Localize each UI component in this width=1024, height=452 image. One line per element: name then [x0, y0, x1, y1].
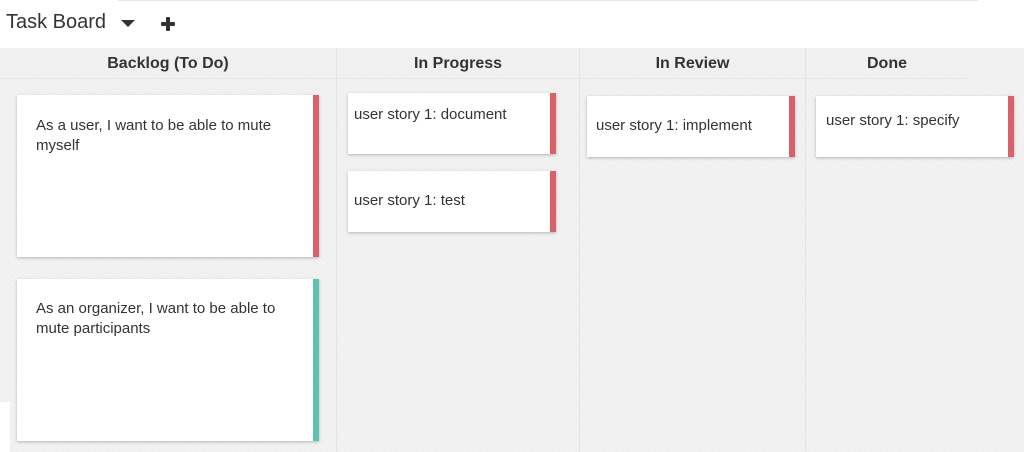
page-edge — [0, 402, 10, 452]
card-color-stripe — [550, 171, 556, 232]
card-text: user story 1: specify — [826, 112, 960, 129]
card-text: As a user, I want to be able to mute mys… — [36, 117, 272, 154]
plus-icon[interactable] — [157, 13, 179, 35]
card-color-stripe — [313, 95, 319, 257]
column-in-progress: In Progress user story 1: document user … — [337, 48, 580, 452]
column-header-in-review: In Review — [580, 48, 805, 79]
column-header-done: Done — [806, 48, 968, 79]
column-header-backlog: Backlog (To Do) — [0, 48, 336, 79]
column-header-in-progress: In Progress — [337, 48, 579, 79]
card[interactable]: user story 1: specify — [816, 96, 1014, 157]
card-color-stripe — [789, 96, 795, 157]
card[interactable]: user story 1: document — [348, 93, 556, 154]
card-text: user story 1: implement — [596, 117, 752, 134]
caret-down-icon[interactable] — [121, 20, 135, 27]
header-divider — [118, 0, 978, 1]
card[interactable]: user story 1: implement — [587, 96, 795, 157]
column-done: Done user story 1: specify — [806, 48, 1024, 452]
column-backlog: Backlog (To Do) As a user, I want to be … — [0, 48, 337, 452]
card[interactable]: As a user, I want to be able to mute mys… — [17, 95, 319, 257]
card-color-stripe — [550, 93, 556, 154]
task-board: Backlog (To Do) As a user, I want to be … — [0, 48, 1024, 452]
card-text: user story 1: test — [354, 192, 465, 209]
board-header: Task Board — [0, 0, 1024, 48]
card-text: As an organizer, I want to be able to mu… — [36, 300, 276, 337]
card-color-stripe — [313, 279, 319, 441]
card-color-stripe — [1008, 96, 1014, 157]
card[interactable]: user story 1: test — [348, 171, 556, 232]
board-title[interactable]: Task Board — [6, 11, 106, 34]
column-in-review: In Review user story 1: implement — [580, 48, 806, 452]
card-text: user story 1: document — [354, 106, 507, 123]
card[interactable]: As an organizer, I want to be able to mu… — [17, 279, 319, 441]
